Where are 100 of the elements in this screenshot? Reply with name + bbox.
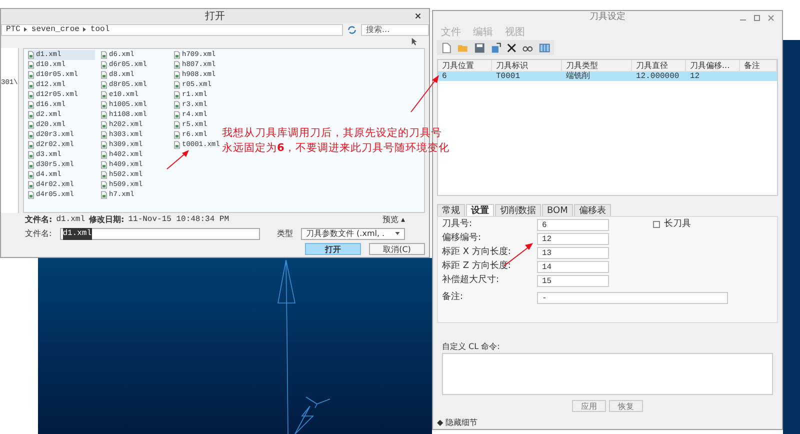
window-title: 打开 [205,10,225,24]
file-icon [174,131,180,139]
file-icon [174,71,180,79]
file-icon [101,61,107,69]
tab[interactable]: 常规 [437,204,465,216]
dialog-button[interactable]: 打开 [305,243,361,255]
file-icon [174,101,180,109]
table-cell-text: 12 [689,70,701,83]
cl-command-field[interactable] [442,353,773,395]
hide-details-toggle[interactable]: ◆ 隐藏细节 [433,416,782,429]
file-icon [28,121,34,129]
file-icon [28,81,34,89]
filename-field[interactable]: d1.xml [60,228,260,240]
path-segment[interactable]: tool [90,24,110,36]
file-icon [28,111,34,119]
file-icon [28,71,34,79]
file-icon [174,61,180,69]
file-icon [174,81,180,89]
field-label: 标距 X 方向长度: [442,246,511,257]
type-label: 类型 [277,228,293,240]
file-icon [101,171,107,179]
table-row[interactable]: 6 T0001 端铣削 12.000000 12 [438,72,777,82]
file-icon [101,81,107,89]
file-icon [174,51,180,59]
dialog-button[interactable]: 取消(C) [369,243,425,255]
input-field[interactable]: 12 [537,232,609,245]
input-field[interactable]: 15 [537,274,609,287]
column-header[interactable]: 刀具标识 [492,60,562,72]
table-cell-text: 6 [441,70,448,83]
input-field[interactable]: 6 [537,218,609,231]
file-icon [101,131,107,139]
file-icon [28,101,34,109]
file-icon [101,101,107,109]
annotation-text: 我想从刀具库调用刀后，其原先设定的刀具号 [222,126,443,141]
new-file-icon[interactable] [441,42,452,54]
file-icon [28,131,34,139]
window-title: 刀具设定 [590,11,626,24]
file-icon [28,161,34,169]
chevron-icon [24,27,28,32]
field-label: 偏移编号: [442,232,482,243]
file-icon [174,111,180,119]
input-field[interactable]: 14 [537,260,609,273]
close-icon[interactable] [415,13,421,19]
export-icon[interactable] [490,42,502,54]
column-header[interactable]: 刀具类型 [562,60,632,72]
annotation-text: 永远固定为6，不要调进来此刀具号随环境变化 [222,141,450,156]
tab[interactable]: 设置 [466,204,494,216]
preview-toggle[interactable]: 预览 ▴ [382,214,405,226]
save-icon[interactable] [474,42,485,54]
tab[interactable]: 切削数据 [495,204,541,216]
field-label: 刀具号: [442,218,472,229]
file-icon [101,181,107,189]
tab[interactable]: 偏移表 [574,204,611,216]
path-segment[interactable]: PTC [6,24,20,36]
delete-icon[interactable] [506,42,518,54]
tab[interactable]: BOM [542,204,573,216]
action-button[interactable]: 恢复 [609,400,643,412]
file-icon [101,121,107,129]
filename-label: 文件名: [25,228,52,240]
path-bar[interactable]: PTC seven_croe tool [1,24,343,36]
arrow [166,150,190,170]
file-icon [101,191,107,199]
path-segment[interactable]: seven_croe [31,24,80,36]
file-icon [101,141,107,149]
file-icon [101,111,107,119]
cl-command-label: 自定义 CL 命令: [441,341,501,354]
file-icon [101,151,107,159]
file-icon [28,191,34,199]
checkbox-label: 长刀具 [664,218,691,231]
table-cell-text: 12.000000 [635,70,680,83]
file-icon [101,161,107,169]
column-header[interactable]: 刀具直径 [632,60,686,72]
arrow [410,75,440,113]
maximize-icon[interactable] [754,15,760,21]
field-label: 备注: [442,290,464,304]
file-icon [28,91,34,99]
file-icon [28,181,34,189]
file-icon [174,141,180,149]
search-field[interactable]: 搜索... [361,24,429,36]
file-icon [28,141,34,149]
field-label: 补偿超大尺寸: [442,274,500,285]
input-field[interactable]: - [537,292,728,304]
action-button[interactable]: 应用 [572,400,606,412]
columns-icon[interactable] [538,42,550,54]
refresh-icon[interactable] [347,24,357,34]
file-icon [101,91,107,99]
info-label: 文件名: [25,214,52,226]
column-header[interactable]: 刀具位置 [438,60,492,72]
input-field[interactable]: 13 [537,246,609,259]
chevron-icon [83,27,86,32]
checkbox[interactable] [653,221,660,228]
info-value: d1.xml [56,214,86,226]
file-icon [28,151,34,159]
column-header[interactable]: 刀具偏移... [686,60,740,72]
file-icon [101,51,107,59]
type-dropdown[interactable]: 刀具参数文件 (.xml, . [301,228,405,240]
file-icon [101,71,107,79]
column-header[interactable]: 备注 [740,60,777,72]
info-label: 修改日期: [89,214,124,226]
file-icon [174,121,180,129]
